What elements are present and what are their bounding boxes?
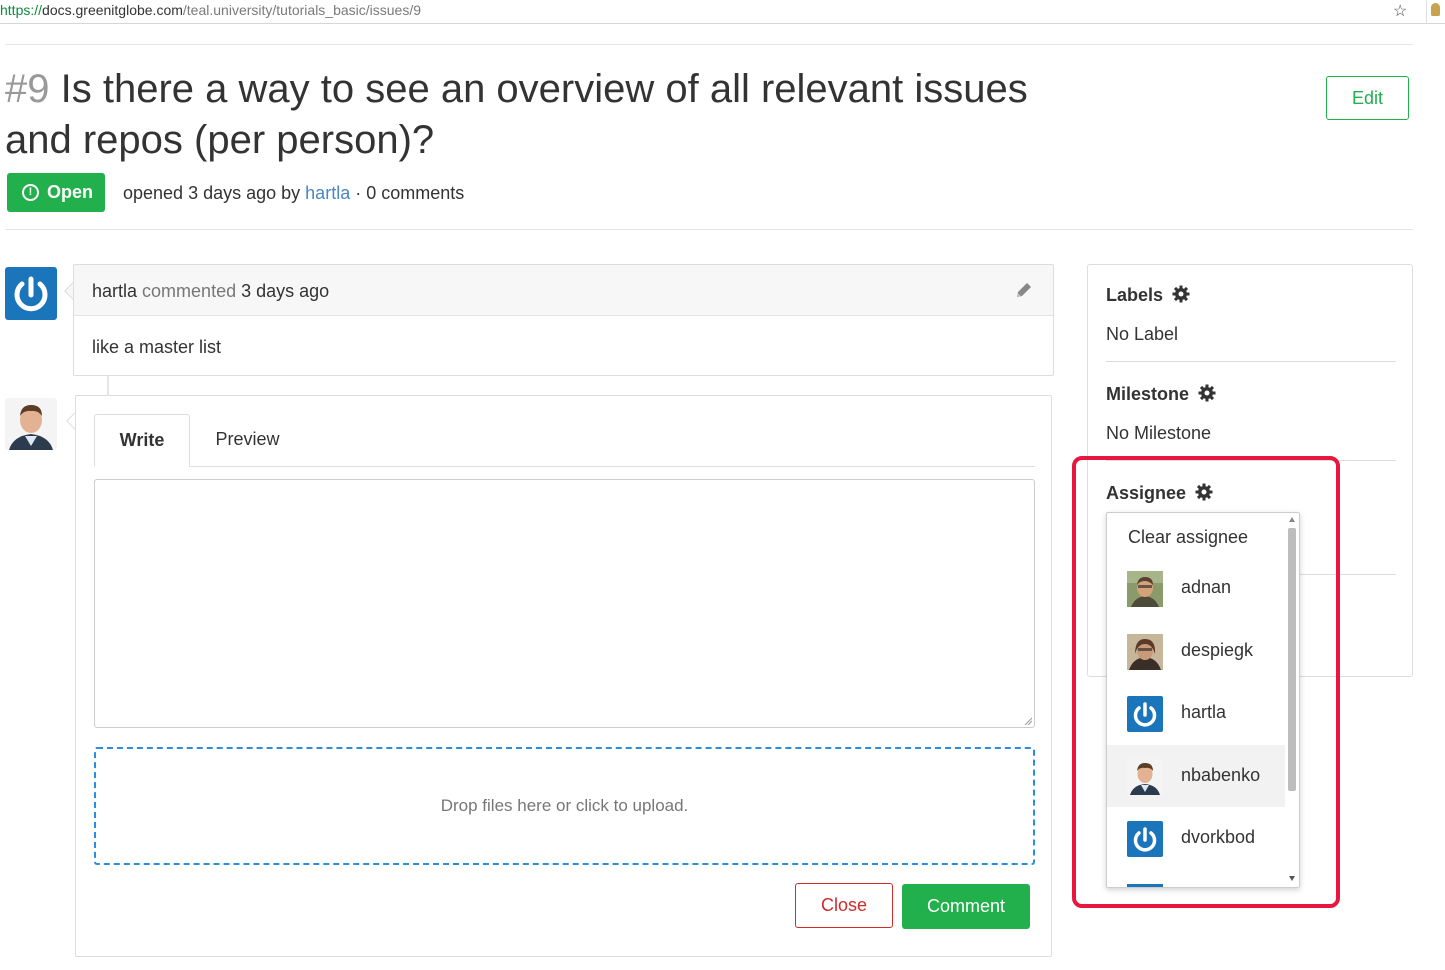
tab-preview[interactable]: Preview [200, 414, 295, 466]
comment-body: like a master list [92, 337, 222, 357]
comment-button[interactable]: Comment [902, 884, 1030, 929]
labels-heading: Labels [1106, 285, 1190, 306]
tab-write[interactable]: Write [94, 414, 190, 467]
url-text[interactable]: https://docs.greenitglobe.com/teal.unive… [0, 2, 421, 18]
labels-value: No Label [1106, 324, 1179, 344]
close-issue-button[interactable]: Close [795, 883, 893, 928]
author-link[interactable]: hartla [305, 183, 350, 203]
comment-meta: hartla commented 3 days ago [92, 281, 330, 301]
resize-grip-icon[interactable] [1024, 717, 1032, 725]
comment-textarea[interactable] [94, 479, 1035, 728]
comment-card: hartla commented 3 days ago like a maste… [73, 264, 1054, 376]
extension-icon[interactable] [1426, 0, 1445, 24]
milestone-gear-icon[interactable] [1198, 384, 1216, 402]
avatar[interactable] [5, 267, 57, 320]
milestone-value: No Milestone [1106, 423, 1212, 443]
bookmark-star-icon[interactable]: ☆ [1393, 1, 1407, 21]
header-divider [5, 44, 1413, 45]
pencil-icon[interactable] [1014, 280, 1034, 300]
annotation-highlight-box [1072, 456, 1340, 908]
section-divider [5, 229, 1413, 230]
power-icon [14, 276, 48, 312]
comment-editor: Write Preview Drop files here or click t… [75, 395, 1052, 957]
issue-meta: opened 3 days ago by hartla · 0 comments [123, 183, 465, 203]
status-badge: ! Open [7, 173, 105, 212]
milestone-heading: Milestone [1106, 384, 1216, 405]
user-photo [5, 398, 57, 450]
comment-time[interactable]: 3 days ago [241, 281, 329, 301]
edit-button[interactable]: Edit [1326, 76, 1409, 120]
issue-number: #9 [5, 67, 50, 111]
alert-circle-icon: ! [22, 184, 39, 201]
current-user-avatar[interactable] [5, 398, 57, 450]
comment-header: hartla commented 3 days ago [74, 265, 1053, 316]
timeline-connector [107, 376, 109, 395]
file-dropzone[interactable]: Drop files here or click to upload. [94, 747, 1035, 865]
browser-address-bar[interactable]: https://docs.greenitglobe.com/teal.unive… [0, 0, 1445, 24]
labels-gear-icon[interactable] [1172, 285, 1190, 303]
comment-author[interactable]: hartla [92, 281, 137, 301]
issue-title: #9 Is there a way to see an overview of … [5, 67, 1028, 162]
